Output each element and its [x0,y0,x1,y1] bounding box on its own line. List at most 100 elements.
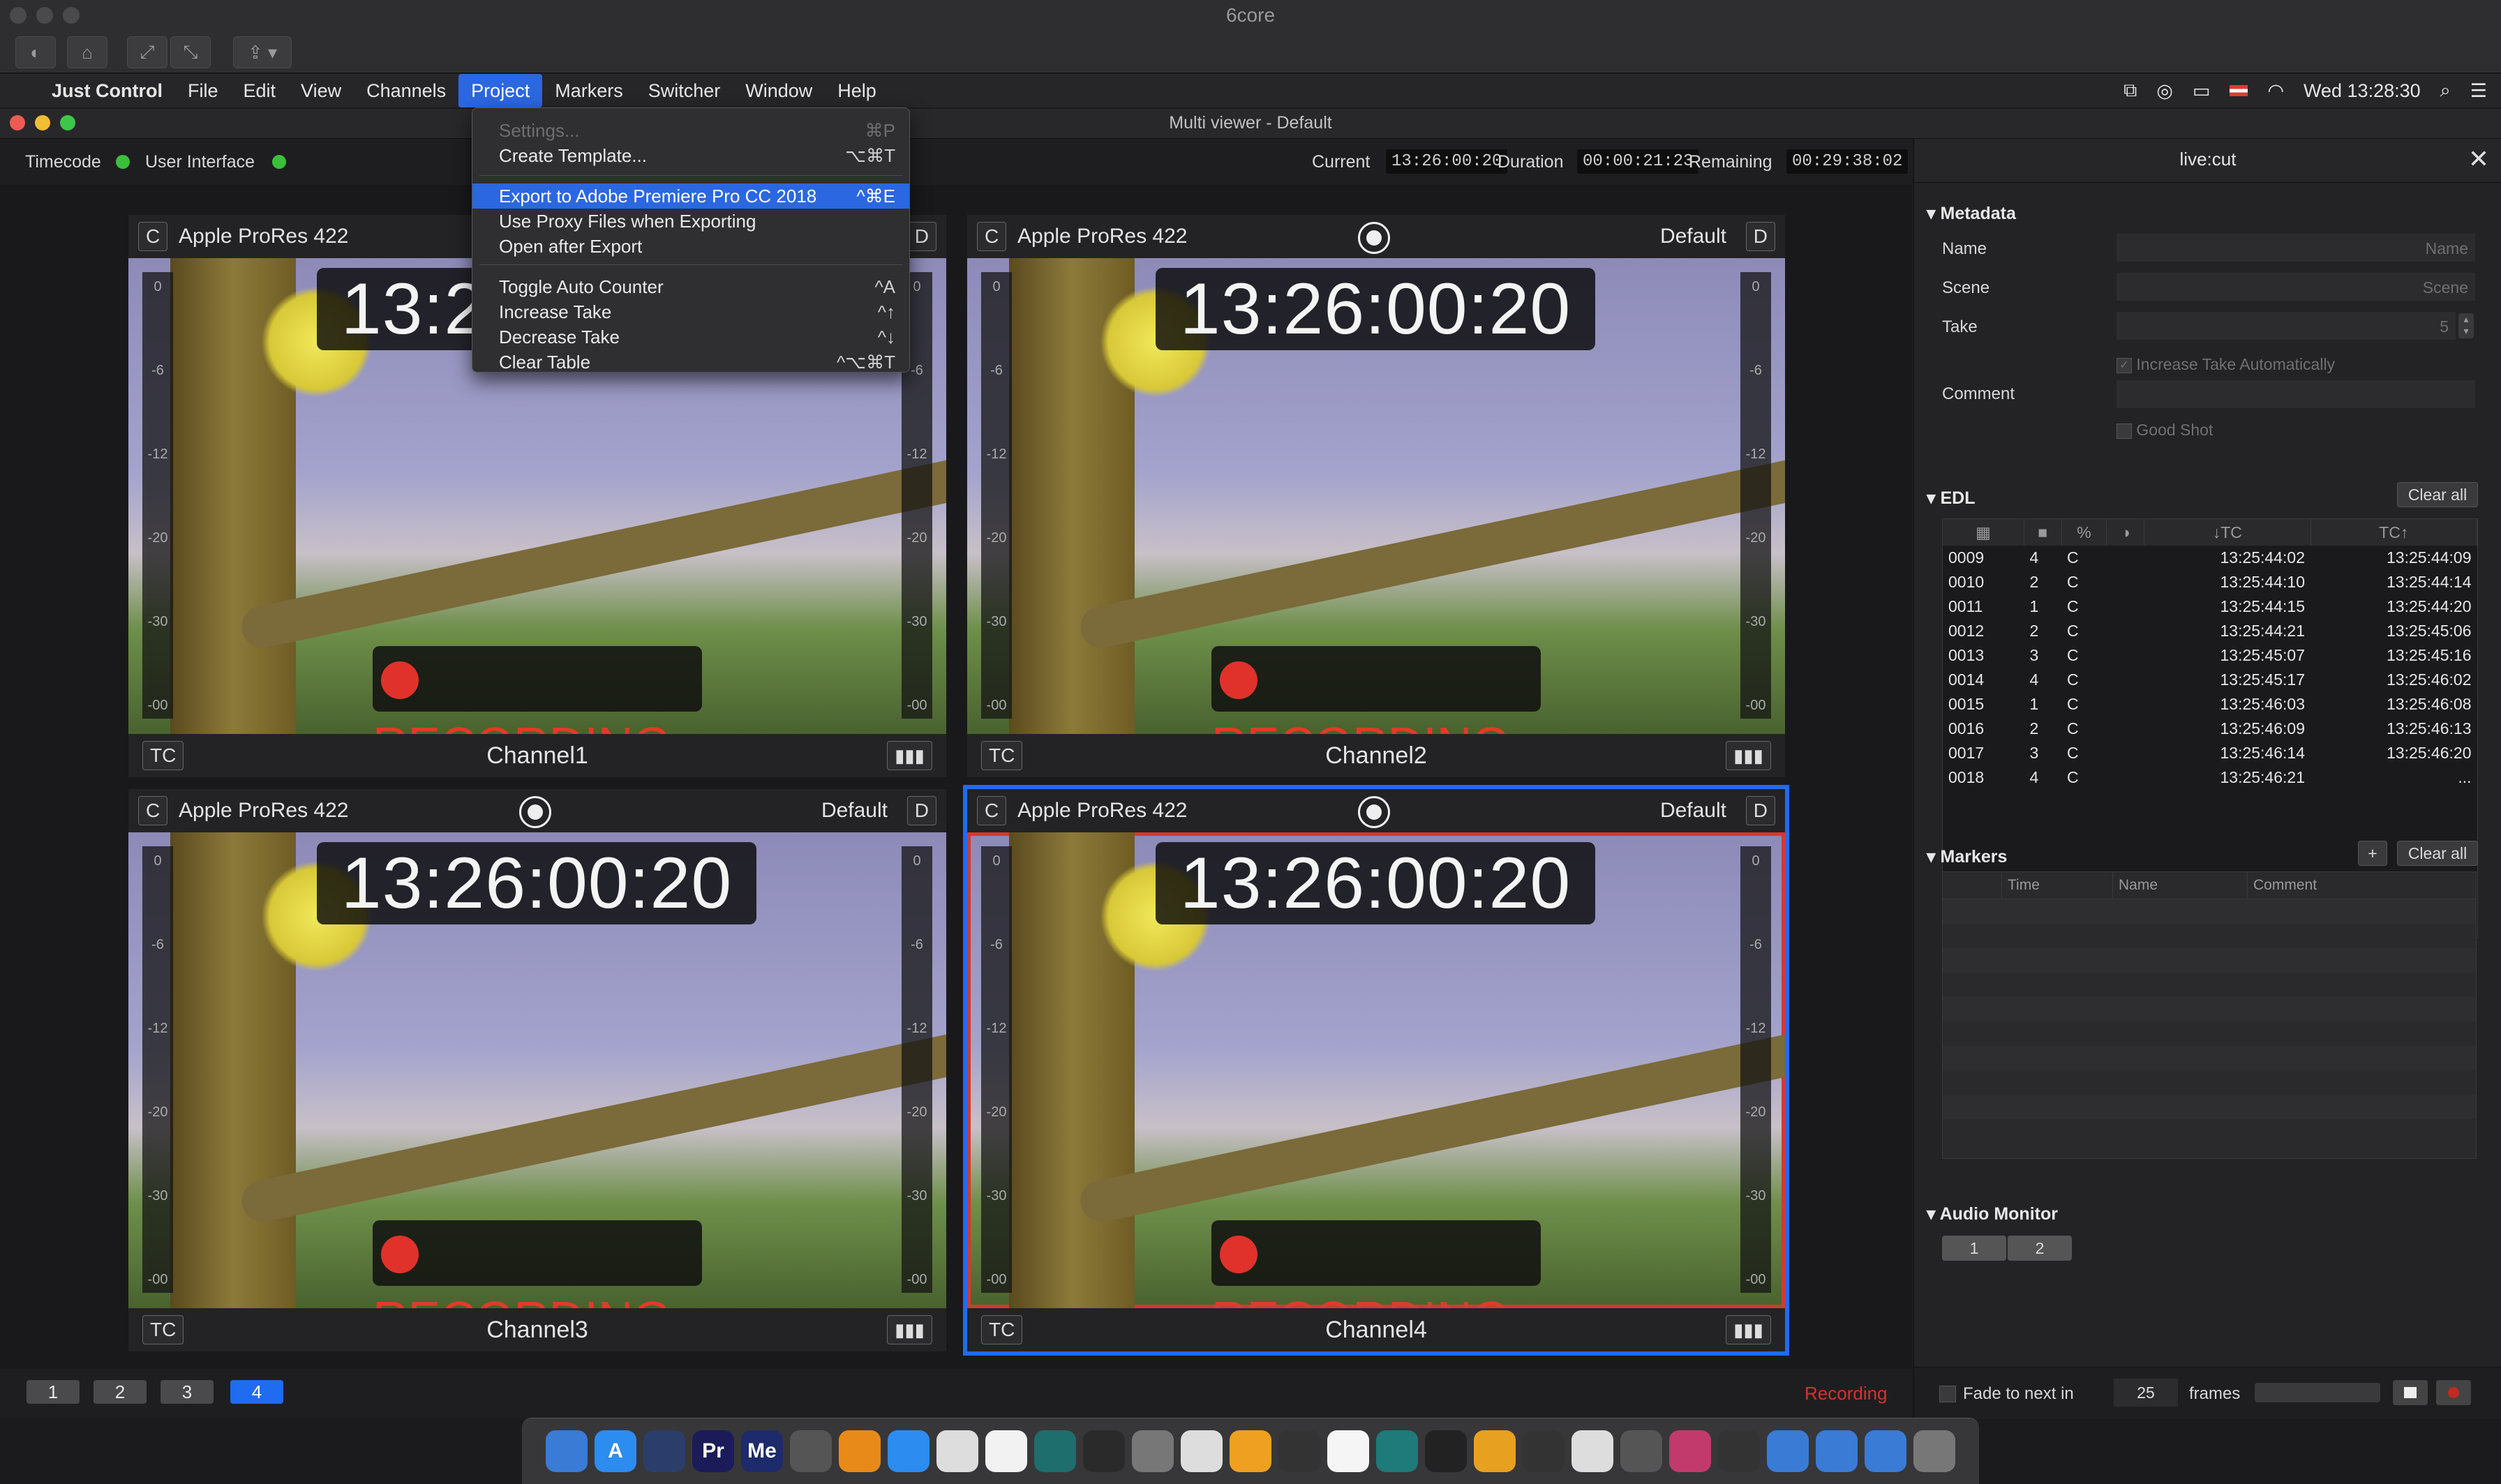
record-toggle-icon[interactable] [1358,222,1390,254]
name-input[interactable]: Name [2116,234,2475,262]
davinci-icon[interactable] [1376,1430,1418,1472]
channel-tile-2[interactable]: C Apple ProRes 422 Default D 0 -6 -12 -20 -3… [967,215,1785,777]
screen-capture-icon[interactable] [1034,1430,1076,1472]
menu-edit[interactable]: Edit [231,74,289,107]
apple-menu-icon[interactable] [0,74,39,107]
screen-mirror-icon[interactable]: ⧉ [2123,80,2137,102]
markers-col-time[interactable]: Time [2002,872,2113,899]
record-button[interactable] [2436,1380,2471,1405]
edl-clear-all-button[interactable]: Clear all [2397,482,2478,507]
film-icon[interactable] [1620,1430,1662,1472]
menu-markers[interactable]: Markers [542,74,636,107]
folder-icon[interactable] [1767,1430,1809,1472]
trash-icon[interactable] [1913,1430,1955,1472]
menu-item-open-after-export[interactable]: Open after Export [472,234,909,259]
menu-help[interactable]: Help [825,74,889,107]
comment-input[interactable] [2116,380,2475,408]
screenshots-folder-icon[interactable] [1865,1430,1906,1472]
notification-center-icon[interactable]: ☰ [2470,80,2487,102]
tc-button[interactable]: TC [142,1315,184,1344]
vm-power-icon[interactable]: ◐ [15,36,56,68]
edl-row[interactable]: 0016 2 C 13:25:46:09 13:25:46:13 [1943,717,2477,741]
record-toggle-icon[interactable] [519,796,551,828]
page-button-1[interactable]: 1 [27,1380,80,1404]
edl-section-title[interactable]: ▾ EDL [1927,488,1976,509]
audio-monitor-section-title[interactable]: ▾ Audio Monitor [1927,1204,2058,1224]
final-cut-icon[interactable] [790,1430,832,1472]
premiere-icon[interactable]: Pr [692,1430,734,1472]
wifi-icon[interactable]: ◠ [2267,80,2284,102]
menu-file[interactable]: File [175,74,231,107]
edl-row[interactable]: 0012 2 C 13:25:44:21 13:25:45:06 [1943,619,2477,643]
scene-input[interactable]: Scene [2116,273,2475,301]
markers-col-comment[interactable]: Comment [2248,872,2317,899]
cloud-icon[interactable]: ◎ [2156,80,2173,102]
vm-fullscreen-icon[interactable]: ⤢ [127,36,167,68]
channel-tile-3[interactable]: C Apple ProRes 422 Default D 0 -6 -12 -20 -3… [128,789,946,1351]
edl-column-header[interactable]: ↓TC [2144,519,2311,546]
page-button-2[interactable]: 2 [94,1380,147,1404]
menu-item-decrease-take[interactable]: Decrease Take ^↓ [472,324,909,350]
metadata-section-title[interactable]: ▾ Metadata [1927,203,2016,224]
edl-row[interactable]: 0018 4 C 13:25:46:21... [1943,765,2477,790]
edl-column-header[interactable]: % [2061,519,2107,546]
menu-just-control[interactable]: Just Control [39,74,175,107]
menu-item-export-to-adobe-premiere-pro-cc-2018[interactable]: Export to Adobe Premiere Pro CC 2018 ^⌘E [472,183,909,209]
menu-switcher[interactable]: Switcher [636,74,733,107]
just-control-icon[interactable] [1181,1430,1223,1472]
camera-icon[interactable]: ■ [2024,519,2062,546]
downloads-icon[interactable] [1816,1430,1858,1472]
flag-icon[interactable] [2230,85,2248,96]
camera-d-button[interactable]: D [906,222,936,251]
camera-c-button[interactable]: C [977,796,1007,825]
take-input[interactable]: 5 [2116,312,2456,340]
switch-icon[interactable] [1230,1430,1271,1472]
calendar-icon[interactable]: ▦ [1943,519,2024,546]
fade-frames-input[interactable]: 25 [2114,1379,2178,1407]
good-shot-checkbox[interactable]: Good Shot [2116,421,2213,440]
levels-icon[interactable]: ▮▮▮ [1726,741,1771,770]
airplay-icon[interactable]: ▭ [2193,80,2211,102]
camera-d-button[interactable]: D [1745,796,1775,825]
edl-row[interactable]: 0011 1 C 13:25:44:15 13:25:44:20 [1943,594,2477,619]
camera-c-button[interactable]: C [138,222,168,251]
system-prefs-icon[interactable] [1132,1430,1174,1472]
activity-icon[interactable] [1523,1430,1565,1472]
grid-icon[interactable] [1278,1430,1320,1472]
markers-col-name[interactable]: Name [2113,872,2248,899]
camera-c-button[interactable]: C [977,222,1007,251]
safari-icon[interactable] [888,1430,930,1472]
terminal-icon[interactable] [1425,1430,1467,1472]
camera-d-button[interactable]: D [1745,222,1775,251]
vm-lock-icon[interactable]: ⌂ [67,36,107,68]
fade-checkbox[interactable] [1939,1386,1956,1402]
stop-button[interactable] [2393,1380,2428,1405]
menu-item-increase-take[interactable]: Increase Take ^↑ [472,299,909,324]
media-encoder-icon[interactable]: Me [741,1430,783,1472]
take-stepper[interactable]: ▴ ▾ [2458,313,2474,338]
add-marker-button[interactable]: + [2358,841,2387,866]
keynote-icon[interactable] [1474,1430,1516,1472]
edl-row[interactable]: 0010 2 C 13:25:44:10 13:25:44:14 [1943,570,2477,594]
edl-row[interactable]: 0014 4 C 13:25:45:17 13:25:46:02 [1943,668,2477,692]
increase-take-checkbox[interactable]: ✓ Increase Take Automatically [2116,355,2335,374]
tc-button[interactable]: TC [981,1315,1023,1344]
vm-shrink-icon[interactable]: ⤡ [170,36,211,68]
menu-window[interactable]: Window [733,74,825,107]
player-icon[interactable] [1327,1430,1369,1472]
audio-monitor-button-2[interactable]: 2 [2008,1236,2072,1261]
calendar-icon[interactable] [985,1430,1027,1472]
audio-monitor-button-1[interactable]: 1 [1942,1236,2006,1261]
markers-clear-all-button[interactable]: Clear all [2397,841,2478,866]
menu-item-use-proxy-files-when-exporting[interactable]: Use Proxy Files when Exporting [472,209,909,234]
camera-d-button[interactable]: D [906,796,936,825]
clock-icon[interactable]: ◑ [2106,519,2145,546]
menu-view[interactable]: View [288,74,354,107]
tc-button[interactable]: TC [142,741,184,770]
black-magic-icon[interactable] [1083,1430,1125,1472]
vlc-icon[interactable] [839,1430,881,1472]
spotlight-search-icon[interactable]: ⌕ [2440,80,2451,102]
markers-section-title[interactable]: ▾ Markers [1927,846,2007,867]
record-toggle-icon[interactable] [1358,796,1390,828]
chrome-icon[interactable] [936,1430,978,1472]
